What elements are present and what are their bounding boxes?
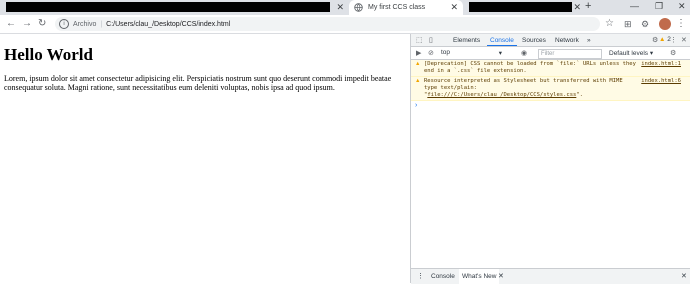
page-paragraph: Lorem, ipsum dolor sit amet consectetur … xyxy=(4,74,392,92)
extension-icon[interactable]: ⚙ xyxy=(641,19,649,30)
browser-tab-active[interactable]: My first CCS class ✕ xyxy=(349,0,463,15)
sidebar-toggle-icon[interactable]: ▶ xyxy=(416,49,421,57)
drawer-tab-console[interactable]: Console xyxy=(431,273,455,280)
extension-icon[interactable]: ⊞ xyxy=(624,19,632,30)
drawer-tab-whats-new[interactable]: What's New xyxy=(459,269,500,284)
clear-console-icon[interactable]: ⊘ xyxy=(428,49,434,57)
redaction-bar xyxy=(6,2,330,12)
gear-icon[interactable]: ⚙ xyxy=(652,36,658,44)
scheme-label: Archivo xyxy=(73,20,97,28)
reload-icon[interactable]: ↻ xyxy=(38,18,46,29)
page-viewport: Hello World Lorem, ipsum dolor sit amet … xyxy=(0,34,410,283)
close-devtools-icon[interactable]: ✕ xyxy=(681,36,687,44)
console-prompt[interactable]: › xyxy=(411,101,690,111)
inspect-element-icon[interactable]: ⬚ xyxy=(416,36,423,44)
back-icon[interactable]: ← xyxy=(6,18,16,29)
close-drawer-icon[interactable]: ✕ xyxy=(681,272,687,280)
console-warning-message: ▲ Resource interpreted as Stylesheet but… xyxy=(411,77,690,101)
info-icon[interactable]: i xyxy=(59,19,69,29)
browser-menu-icon[interactable]: ⋮ xyxy=(676,18,686,29)
kebab-menu-icon[interactable]: ⋮ xyxy=(670,36,677,44)
context-value: top xyxy=(441,49,451,56)
more-tabs-icon[interactable]: » xyxy=(587,37,591,44)
warning-icon: ▲ xyxy=(415,61,421,67)
address-separator: | xyxy=(100,20,103,28)
redaction-bar xyxy=(469,2,572,12)
address-bar[interactable]: i Archivo | C:/Users/clau_/Desktop/CCS/i… xyxy=(55,17,600,31)
close-tab-icon[interactable]: ✕ xyxy=(336,2,344,13)
forward-icon[interactable]: → xyxy=(22,18,32,29)
tab-strip: ✕ My first CCS class ✕ ✕ + — ❐ ✕ xyxy=(0,0,690,15)
browser-tab-redacted-2[interactable]: ✕ xyxy=(468,0,581,15)
close-drawer-tab-icon[interactable]: ✕ xyxy=(498,272,504,280)
page-heading: Hello World xyxy=(4,45,93,64)
globe-icon xyxy=(354,3,363,12)
file-link[interactable]: file:///C:/Users/clau_/Desktop/CCS/style… xyxy=(427,92,576,98)
new-tab-button[interactable]: + xyxy=(585,0,591,12)
devtools-panel: ⬚ ▯ Elements Console Sources Network » ▲… xyxy=(410,34,690,284)
chevron-down-icon: ▾ xyxy=(498,50,502,57)
message-text-end: ". xyxy=(576,92,583,98)
avatar[interactable] xyxy=(659,18,671,30)
devtools-drawer: ⋮ Console What's New ✕ ✕ xyxy=(411,268,690,284)
log-levels-dropdown[interactable]: Default levels ▾ xyxy=(609,49,653,57)
close-tab-icon[interactable]: ✕ xyxy=(450,2,458,13)
eye-icon[interactable]: ◉ xyxy=(521,49,527,57)
bookmark-star-icon[interactable]: ☆ xyxy=(605,18,614,29)
context-selector[interactable]: top ▾ xyxy=(441,49,506,57)
filter-input[interactable]: Filter xyxy=(538,49,602,59)
console-settings-gear-icon[interactable]: ⚙ xyxy=(670,49,676,57)
warning-icon: ▲ xyxy=(659,36,666,43)
device-toolbar-icon[interactable]: ▯ xyxy=(429,36,433,44)
tab-sources[interactable]: Sources xyxy=(522,37,546,44)
warning-icon: ▲ xyxy=(415,78,421,84)
url-text[interactable]: C:/Users/clau_/Desktop/CCS/index.html xyxy=(106,21,230,28)
message-text: [Deprecation] CSS cannot be loaded from … xyxy=(424,61,636,74)
address-bar-row: ← → ↻ i Archivo | C:/Users/clau_/Desktop… xyxy=(0,15,690,34)
tab-title: My first CCS class xyxy=(368,4,426,11)
tab-network[interactable]: Network xyxy=(555,37,579,44)
tab-elements[interactable]: Elements xyxy=(453,37,480,44)
minimize-icon[interactable]: — xyxy=(630,1,639,11)
prompt-caret-icon: › xyxy=(415,102,418,109)
close-window-icon[interactable]: ✕ xyxy=(678,1,686,12)
source-link[interactable]: index.html:1 xyxy=(641,61,681,68)
browser-tab-redacted-1[interactable]: ✕ xyxy=(4,0,344,15)
devtools-tab-bar: ⬚ ▯ Elements Console Sources Network » ▲… xyxy=(411,34,690,47)
tab-console[interactable]: Console xyxy=(487,37,517,46)
console-toolbar: ▶ ⊘ top ▾ ◉ Filter Default levels ▾ ⚙ xyxy=(411,47,690,60)
console-warning-message: ▲ [Deprecation] CSS cannot be loaded fro… xyxy=(411,60,690,77)
drawer-menu-icon[interactable]: ⋮ xyxy=(417,272,424,280)
maximize-icon[interactable]: ❐ xyxy=(655,1,663,12)
source-link[interactable]: index.html:6 xyxy=(641,78,681,85)
close-tab-icon[interactable]: ✕ xyxy=(573,2,581,13)
